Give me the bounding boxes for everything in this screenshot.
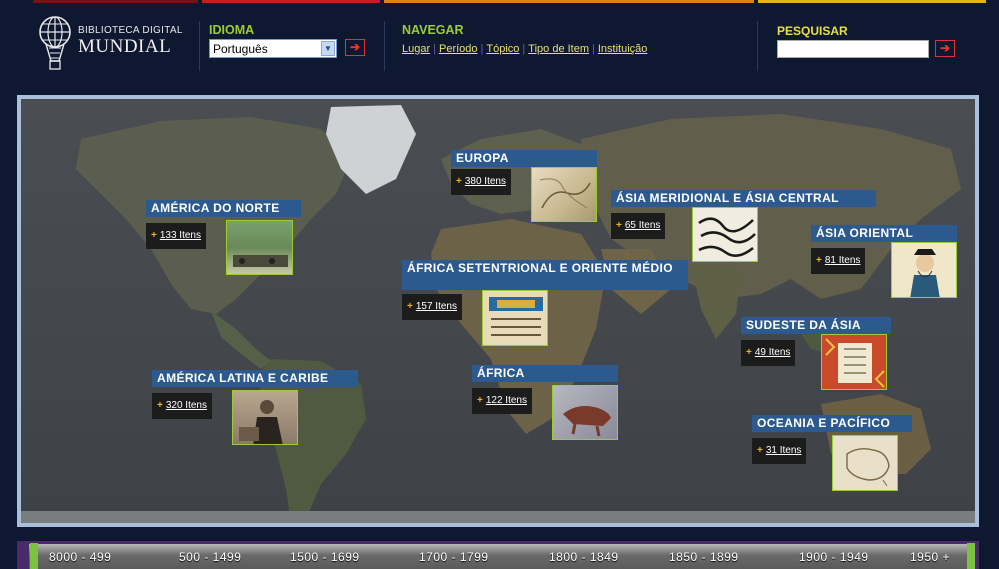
browse-nav: Lugar | Período | Tópico | Tipo de Item | Instit… (402, 43, 648, 55)
navegar-label: NAVEGAR (402, 23, 464, 37)
map-thumbnail[interactable] (832, 435, 898, 491)
nav-link-tipo-de-item[interactable]: Tipo de Item (528, 43, 589, 55)
plus-icon: + (477, 395, 483, 406)
region-count[interactable]: +65 Itens (611, 213, 666, 239)
region-count-link[interactable]: 157 Itens (416, 301, 457, 312)
arrow-right-icon: ➔ (349, 40, 361, 54)
timeline-period[interactable]: 1900 - 1949 (799, 550, 869, 564)
region-title: ÁFRICA (472, 365, 618, 382)
plus-icon: + (816, 255, 822, 266)
pesquisar-label: PESQUISAR (777, 24, 848, 38)
language-selected-value: Português (213, 42, 268, 56)
timeline-period[interactable]: 1700 - 1799 (419, 550, 489, 564)
arrow-right-icon: ➔ (939, 41, 951, 55)
timeline-bar: 8000 - 499 500 - 1499 1500 - 1699 1700 -… (17, 541, 979, 569)
region-title: SUDESTE DA ÁSIA (741, 317, 891, 334)
region-count[interactable]: +81 Itens (811, 248, 866, 274)
timeline-period[interactable]: 1800 - 1849 (549, 550, 619, 564)
manuscript-thumbnail[interactable] (482, 290, 548, 346)
region-count[interactable]: +380 Itens (451, 169, 511, 195)
calligraphy-thumbnail[interactable] (692, 207, 758, 262)
portrait-thumbnail[interactable] (232, 390, 298, 445)
region-count-link[interactable]: 81 Itens (825, 255, 861, 266)
region-count[interactable]: +31 Itens (752, 438, 807, 464)
region-africa[interactable]: ÁFRICA +122 Itens (472, 365, 622, 445)
region-count-link[interactable]: 31 Itens (766, 445, 802, 456)
logo[interactable]: BIBLIOTECA DIGITAL MUNDIAL (38, 15, 188, 75)
timeline-period[interactable]: 8000 - 499 (49, 550, 111, 564)
region-sudeste-da-asia[interactable]: SUDESTE DA ÁSIA +49 Itens (741, 317, 896, 397)
header-divider (757, 21, 758, 71)
plus-icon: + (157, 400, 163, 411)
region-title: AMÉRICA DO NORTE (146, 200, 301, 217)
timeline-period[interactable]: 500 - 1499 (179, 550, 241, 564)
nav-link-instituicao[interactable]: Instituição (598, 43, 648, 55)
region-count-link[interactable]: 49 Itens (755, 347, 791, 358)
region-asia-oriental[interactable]: ÁSIA ORIENTAL +81 Itens (811, 225, 961, 305)
plus-icon: + (151, 230, 157, 241)
logo-line2: MUNDIAL (78, 36, 172, 57)
language-select[interactable]: Português ▼ (209, 39, 337, 58)
region-count-link[interactable]: 380 Itens (465, 176, 506, 187)
region-title: EUROPA (451, 150, 597, 167)
region-europa[interactable]: EUROPA +380 Itens (451, 150, 601, 230)
nav-link-topico[interactable]: Tópico (486, 43, 519, 55)
plus-icon: + (746, 347, 752, 358)
header-divider (199, 21, 200, 71)
region-title: OCEANIA E PACÍFICO (752, 415, 912, 432)
search-input[interactable] (777, 40, 929, 58)
globe-icon (39, 16, 71, 70)
region-title: ÁSIA MERIDIONAL E ÁSIA CENTRAL (611, 190, 876, 207)
photo-thumbnail[interactable] (226, 220, 293, 275)
region-america-do-norte[interactable]: AMÉRICA DO NORTE +133 Itens (146, 200, 306, 280)
plus-icon: + (757, 445, 763, 456)
timeline-start-handle[interactable] (30, 543, 38, 569)
timeline-period[interactable]: 1850 - 1899 (669, 550, 739, 564)
region-count[interactable]: +49 Itens (741, 340, 796, 366)
nav-link-lugar[interactable]: Lugar (402, 43, 430, 55)
region-count[interactable]: +133 Itens (146, 223, 206, 249)
timeline-period[interactable]: 1500 - 1699 (290, 550, 360, 564)
region-oceania[interactable]: OCEANIA E PACÍFICO +31 Itens (752, 415, 917, 495)
search-go-button[interactable]: ➔ (935, 40, 955, 57)
plus-icon: + (616, 220, 622, 231)
region-count-link[interactable]: 122 Itens (486, 395, 527, 406)
chevron-down-icon: ▼ (321, 41, 335, 56)
logo-line1: BIBLIOTECA DIGITAL (78, 25, 183, 36)
language-go-button[interactable]: ➔ (345, 39, 365, 56)
region-count-link[interactable]: 320 Itens (166, 400, 207, 411)
region-count[interactable]: +157 Itens (402, 294, 462, 320)
region-count-link[interactable]: 65 Itens (625, 220, 661, 231)
textile-thumbnail[interactable] (821, 334, 887, 390)
map-thumbnail[interactable] (531, 167, 597, 222)
region-count[interactable]: +320 Itens (152, 393, 212, 419)
timeline-end-handle[interactable] (967, 543, 975, 569)
region-count[interactable]: +122 Itens (472, 388, 532, 414)
nav-link-periodo[interactable]: Período (439, 43, 478, 55)
world-map[interactable]: EUROPA +380 Itens AMÉRICA DO NORTE +133 … (17, 95, 979, 527)
header: BIBLIOTECA DIGITAL MUNDIAL IDIOMA Portug… (0, 3, 999, 93)
timeline-period[interactable]: 1950 + (910, 550, 950, 564)
region-title: ÁSIA ORIENTAL (811, 225, 957, 242)
idioma-label: IDIOMA (209, 23, 255, 37)
region-title: AMÉRICA LATINA E CARIBE (152, 370, 358, 387)
painting-thumbnail[interactable] (891, 242, 957, 298)
header-divider (384, 21, 385, 71)
plus-icon: + (407, 301, 413, 312)
region-africa-setentrional[interactable]: ÁFRICA SETENTRIONAL E ORIENTE MÉDIO +157… (402, 260, 692, 350)
region-count-link[interactable]: 133 Itens (160, 230, 201, 241)
region-america-latina[interactable]: AMÉRICA LATINA E CARIBE +320 Itens (152, 370, 362, 450)
plus-icon: + (456, 176, 462, 187)
rock-art-thumbnail[interactable] (552, 385, 618, 440)
region-title: ÁFRICA SETENTRIONAL E ORIENTE MÉDIO (402, 260, 688, 290)
